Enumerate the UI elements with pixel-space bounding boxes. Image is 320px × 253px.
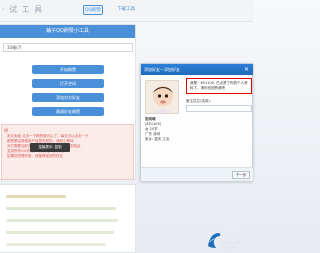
hover-tooltip: 温馨提示: 复制 [30,143,70,152]
top-bar: · 试 工 具 QQ刷赞 下载工具 [0,0,253,22]
watermark-logo: 门门 www.mm门.com [206,226,254,253]
qq-number-input[interactable]: 10服(汽 [3,43,133,52]
panel-title: 辅子QQ刷赞小工具 [0,25,135,38]
recent-list-panel [0,184,136,253]
list-item [6,219,118,222]
invite-friend-button[interactable]: 邀请好友刷赞 [32,107,104,116]
tab-qq-like[interactable]: QQ刷赞 [83,5,103,15]
dolphin-icon [208,233,221,248]
site-brand: · 试 工 具 [2,5,44,14]
list-item [6,195,66,198]
start-like-button[interactable]: 开始刷赞 [32,65,104,74]
next-step-button[interactable]: 下一步 [232,171,250,179]
list-item [6,243,106,246]
remark-input[interactable] [186,105,252,112]
tab-download-tools[interactable]: 下载工具 [116,5,136,15]
close-icon[interactable]: ✕ [242,65,251,74]
dialog-footer: 下一步 [141,167,253,181]
instructions-box: 明 永久免费 点击一下刷赞就可以了，每天可以点击一下 刷赞是由其他用户自愿完成的… [1,124,134,180]
baby-photo-icon [146,81,178,113]
list-item [6,207,116,210]
list-item [6,231,114,234]
add-friend-button[interactable]: 添加对方好友 [32,93,104,102]
verification-message-input[interactable]: 我是：851109, 已点赞了你的个人资料了，请你也回赞我吧 [186,78,252,94]
tool-panel: 辅子QQ刷赞小工具 10服(汽 开始刷赞 打开空间 添加对方好友 邀请好友刷赞 … [0,24,136,180]
dialog-titlebar: 添加好友—添加好友 ✕ [141,64,253,75]
watermark-url: www.mm门.com [222,240,241,250]
remark-label: 备注姓名(选填): [186,99,211,103]
watermark-text: 门门 [222,230,239,239]
add-friend-dialog: 添加好友—添加好友 ✕ 张晓晴 (851109) 女 20岁 广东 深圳 家乡:… [140,63,253,181]
instruction-line: 如果您觉得好用，请推荐给您的好友 [7,154,63,158]
dialog-title: 添加好友—添加好友 [144,67,180,72]
profile-hometown: 家乡: 重庆 江北 [145,137,170,141]
avatar [145,80,179,114]
profile-number: (851109) [145,122,162,126]
instructions-heading: 明 [4,128,8,133]
open-space-button[interactable]: 打开空间 [32,79,104,88]
